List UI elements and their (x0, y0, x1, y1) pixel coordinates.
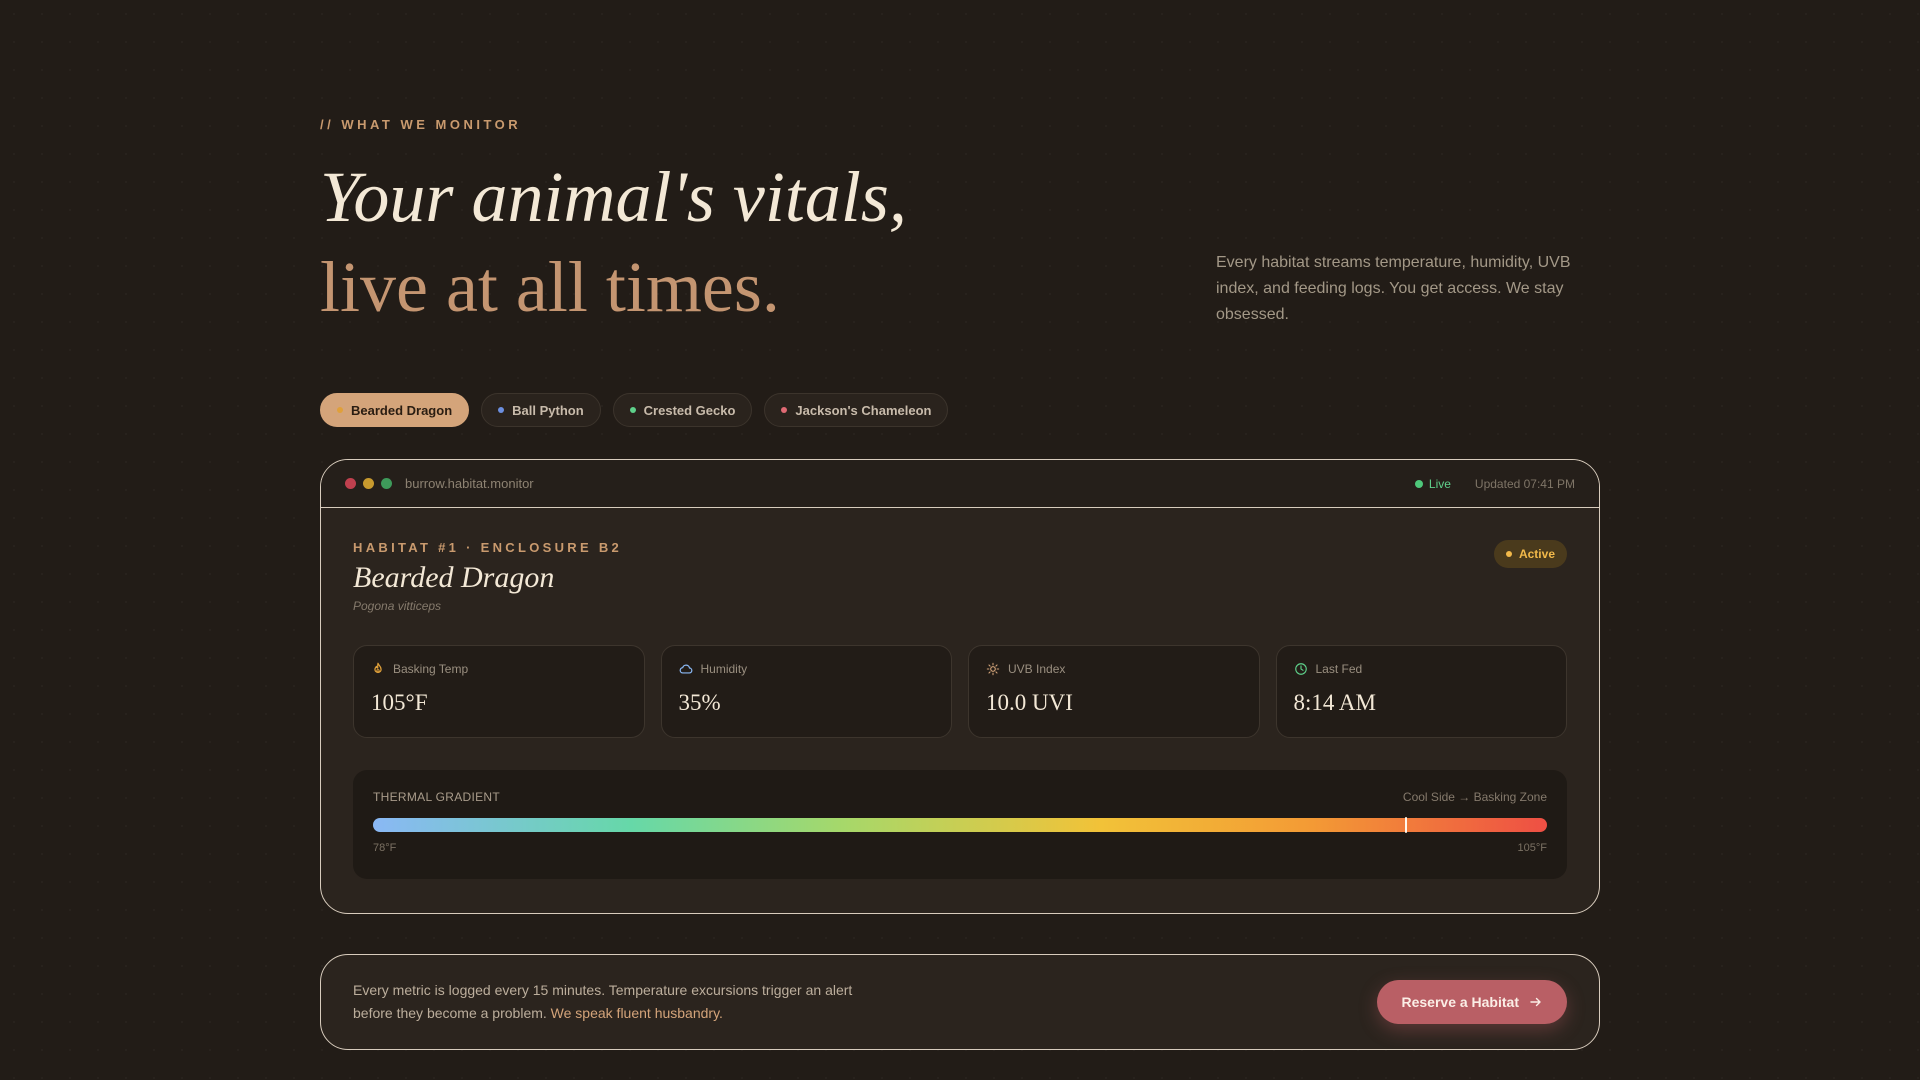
metric-last-fed: Last Fed 8:14 AM (1275, 645, 1567, 738)
habitat-details: HABITAT #1 · ENCLOSURE B2 Bearded Dragon… (321, 508, 1599, 879)
tab-bearded-dragon[interactable]: Bearded Dragon (320, 393, 470, 427)
metric-value: 35% (678, 690, 721, 715)
live-status: Live Updated 07:41 PM (1414, 476, 1575, 491)
cloud-icon (679, 664, 692, 674)
thermal-marker (1405, 817, 1408, 833)
cta-label: Reserve a Habitat (1401, 994, 1519, 1010)
live-dot-icon (1414, 479, 1423, 488)
metric-value: 8:14 AM (1293, 690, 1376, 715)
window-close-dot[interactable] (345, 478, 356, 489)
tab-label: Jackson's Chameleon (795, 402, 932, 418)
species-tabs: Bearded Dragon Ball Python Crested Gecko… (320, 393, 949, 427)
metrics-grid: Basking Temp 105°F Humidity 35% UVB Inde… (353, 645, 1567, 738)
footer-link[interactable]: We speak fluent husbandry. (551, 1005, 723, 1021)
section-eyebrow: // WHAT WE MONITOR (320, 117, 522, 132)
window-url: burrow.habitat.monitor (405, 476, 534, 491)
intro-text: Every habitat streams temperature, humid… (1216, 254, 1571, 323)
live-label: Live (1428, 476, 1451, 491)
headline: Your animal's vitals, live at all times. (320, 152, 907, 332)
metric-label: UVB Index (1008, 662, 1066, 676)
habitat-id: HABITAT #1 · ENCLOSURE B2 (353, 540, 623, 555)
tab-ball-python[interactable]: Ball Python (481, 393, 601, 427)
dot-icon (337, 407, 343, 413)
metric-value: 10.0 UVI (986, 690, 1073, 715)
footer-callout: Every metric is logged every 15 minutes.… (320, 954, 1600, 1050)
tab-label: Crested Gecko (643, 402, 736, 418)
status-dot-icon (1505, 551, 1512, 557)
clock-icon (1294, 663, 1307, 675)
tab-crested-gecko[interactable]: Crested Gecko (612, 393, 753, 427)
window-bar: burrow.habitat.monitor Live Updated 07:4… (321, 460, 1599, 508)
arrow-right-icon (1530, 997, 1541, 1007)
metric-label: Last Fed (1315, 662, 1363, 676)
metric-basking-temp: Basking Temp 105°F (353, 645, 645, 738)
updated-timestamp: Updated 07:41 PM (1474, 476, 1575, 491)
metric-value: 105°F (371, 690, 428, 715)
tab-jacksons-chameleon[interactable]: Jackson's Chameleon (764, 393, 949, 427)
dot-icon (781, 407, 788, 413)
reserve-habitat-button[interactable]: Reserve a Habitat (1377, 980, 1567, 1024)
footer-text: Every metric is logged every 15 minutes.… (353, 979, 873, 1025)
habitat-scientific-name: Pogona vitticeps (353, 599, 442, 613)
window-maximize-dot[interactable] (381, 478, 392, 489)
headline-line-2: live at all times. (320, 247, 780, 327)
habitat-name: Bearded Dragon (353, 561, 555, 594)
thermal-gradient-bar (373, 818, 1547, 832)
window-minimize-dot[interactable] (363, 478, 374, 489)
dot-icon (498, 407, 505, 413)
tab-label: Ball Python (512, 402, 584, 418)
habitat-card: burrow.habitat.monitor Live Updated 07:4… (320, 459, 1600, 914)
thermal-bar (373, 817, 1547, 833)
tab-label: Bearded Dragon (351, 402, 453, 418)
thermal-min-label: 78°F (373, 842, 397, 854)
thermal-title: THERMAL GRADIENT (373, 790, 501, 804)
metric-label: Basking Temp (393, 662, 469, 676)
status-label: Active (1518, 547, 1555, 561)
thermal-legend: Cool Side → Basking Zone (1402, 790, 1547, 804)
headline-line-1: Your animal's vitals, (320, 157, 907, 237)
status-badge: Active (1493, 540, 1567, 568)
thermal-gradient-panel: THERMAL GRADIENT Cool Side → Basking Zon… (353, 770, 1567, 879)
dot-icon (629, 407, 636, 413)
metric-label: Humidity (700, 662, 748, 676)
thermal-max-label: 105°F (1517, 842, 1547, 854)
sun-icon (986, 662, 1000, 676)
metric-uvb-index: UVB Index 10.0 UVI (968, 645, 1260, 738)
metric-humidity: Humidity 35% (660, 645, 952, 738)
flame-icon (374, 662, 382, 674)
